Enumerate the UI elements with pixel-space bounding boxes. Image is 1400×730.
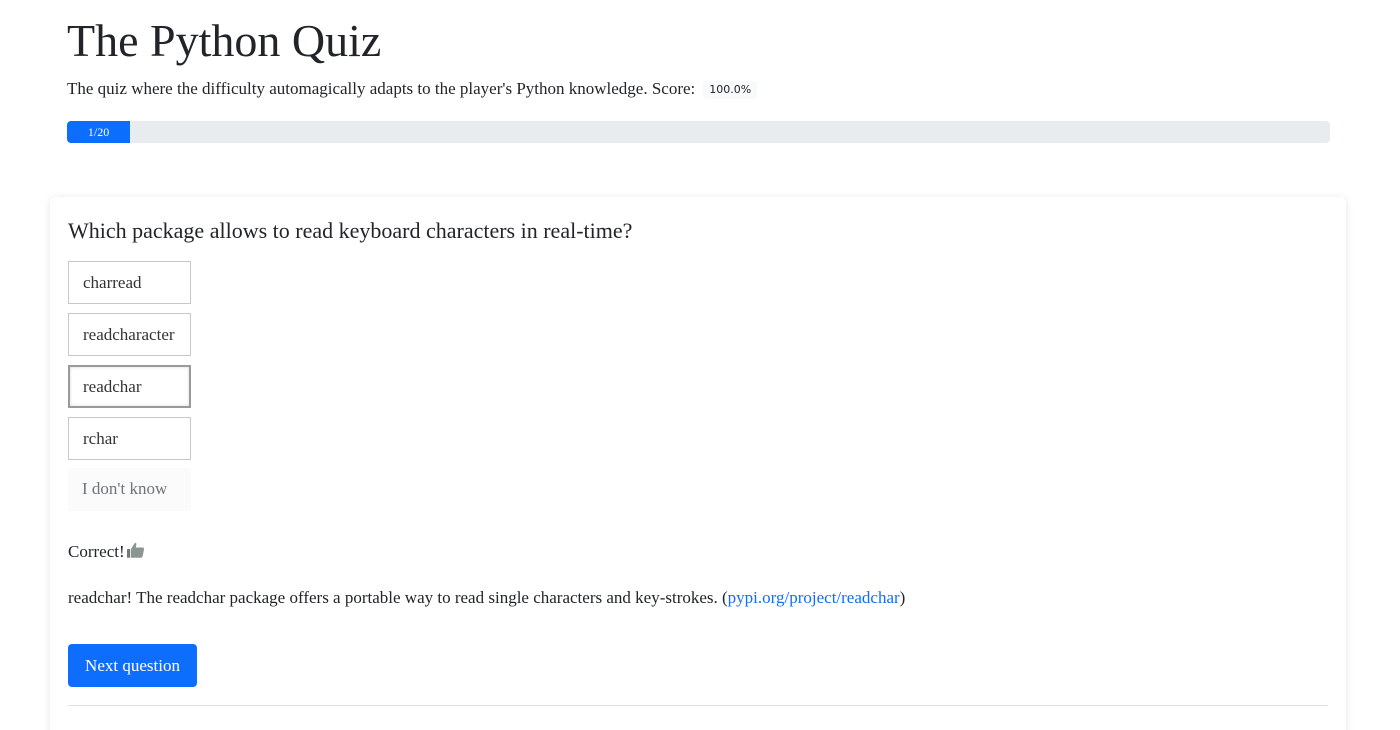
explanation-close: ) <box>899 588 906 607</box>
quiz-page: The Python Quiz The quiz where the diffi… <box>0 0 1400 730</box>
answer-option-readcharacter[interactable]: readcharacter <box>68 313 191 356</box>
feedback-message: Correct! <box>68 540 146 564</box>
answer-option-rchar[interactable]: rchar <box>68 417 191 460</box>
subtitle-text: The quiz where the difficulty automagica… <box>67 79 696 98</box>
page-subtitle: The quiz where the difficulty automagica… <box>67 78 758 100</box>
question-card: Which package allows to read keyboard ch… <box>50 197 1346 730</box>
thumbs-up-icon <box>126 541 146 559</box>
question-text: Which package allows to read keyboard ch… <box>68 218 633 243</box>
pypi-link[interactable]: pypi.org/project/readchar <box>728 588 900 607</box>
answer-option-charread[interactable]: charread <box>68 261 191 304</box>
answer-explanation: readchar! The readchar package offers a … <box>68 586 905 610</box>
answer-option-readchar[interactable]: readchar <box>68 365 191 408</box>
score-badge: 100.0% <box>703 81 758 99</box>
feedback-text: Correct! <box>68 542 125 561</box>
next-question-button[interactable]: Next question <box>68 644 197 687</box>
page-title: The Python Quiz <box>67 15 382 66</box>
dont-know-button[interactable]: I don't know <box>68 468 191 511</box>
explanation-text: readchar! The readchar package offers a … <box>68 588 728 607</box>
progress-track: 1/20 <box>67 121 1330 143</box>
divider <box>68 705 1328 706</box>
progress-bar: 1/20 <box>67 121 131 143</box>
